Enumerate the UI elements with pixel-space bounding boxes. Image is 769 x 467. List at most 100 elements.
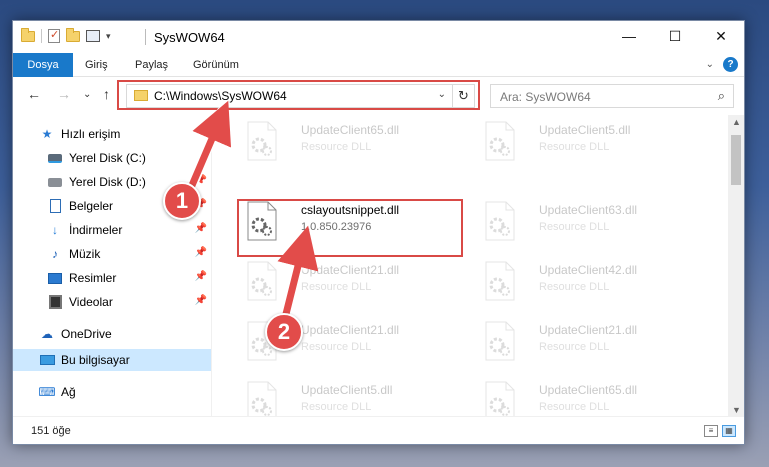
sidebar-item-label: Müzik [69,247,101,261]
step-2-badge: 2 [265,313,303,351]
quick-access-toolbar: ▾ [21,27,111,43]
file-description: Resource DLL [301,141,372,153]
search-box[interactable]: Ara: SysWOW64 ⌕ [490,84,734,108]
sidebar-item-downloads[interactable]: ↓ İndirmeler 📌 [13,219,211,241]
list-item[interactable]: UpdateClient21.dll Resource DLL [231,255,459,315]
step-1-badge: 1 [163,182,201,220]
tab-home[interactable]: Giriş [75,53,118,77]
this-pc-icon [39,353,55,367]
documents-icon [47,199,63,213]
tab-share[interactable]: Paylaş [125,53,178,77]
list-item[interactable]: UpdateClient21.dll Resource DLL [469,315,697,375]
new-folder-icon[interactable] [66,27,80,42]
videos-icon [47,295,63,309]
onedrive-icon: ☁ [41,327,53,341]
file-name: UpdateClient65.dll [301,123,400,137]
window-title-wrap: SysWOW64 [145,29,225,45]
dll-file-icon [485,201,515,241]
tiles-view-icon[interactable]: ▦ [722,425,736,437]
scroll-up-icon[interactable]: ▲ [732,117,741,127]
quick-access-caret-icon[interactable]: ▾ [106,31,111,42]
title-divider [145,29,146,45]
file-description: Resource DLL [539,141,610,153]
dll-file-icon [247,121,277,161]
list-item[interactable]: UpdateClient5.dll Resource DLL [231,375,459,417]
back-button[interactable]: ← [27,86,41,102]
sidebar-item-videos[interactable]: Videolar 📌 [13,291,211,313]
address-highlight-box [117,80,480,110]
pin-icon[interactable]: 📌 [195,295,207,306]
list-item[interactable]: UpdateClient5.dll Resource DLL [469,115,697,175]
vertical-scrollbar[interactable]: ▲ ▼ [728,115,744,417]
pin-icon[interactable]: 📌 [195,271,207,282]
file-description: Resource DLL [301,281,372,293]
up-button[interactable]: ↑ [103,86,110,102]
pane-splitter[interactable] [211,115,212,417]
pin-icon[interactable]: 📌 [195,247,207,258]
title-bar: ▾ SysWOW64 — ☐ ✕ [13,21,744,53]
sidebar-item-pictures[interactable]: Resimler 📌 [13,267,211,289]
sidebar-item-music[interactable]: ♪ Müzik 📌 [13,243,211,265]
navigation-pane: ★ Hızlı erişim Yerel Disk (C:) Yerel Dis… [13,115,211,417]
sidebar-item-label: Yerel Disk (D:) [69,175,146,189]
scroll-down-icon[interactable]: ▼ [732,405,741,415]
ribbon-tabs: Dosya Giriş Paylaş Görünüm ⌄ ? [13,53,744,77]
pin-icon[interactable]: 📌 [195,175,207,186]
help-icon[interactable]: ? [723,57,738,72]
sidebar-item-onedrive[interactable]: ☁ OneDrive [13,323,211,345]
file-name: UpdateClient21.dll [301,323,400,337]
details-view-icon[interactable]: ≡ [704,425,718,437]
file-name: UpdateClient42.dll [539,263,638,277]
pin-icon[interactable]: 📌 [195,223,207,234]
network-icon: ⌨ [38,385,56,399]
sidebar-item-network[interactable]: ⌨ Ağ [13,381,211,403]
file-list: UpdateClient65.dll Resource DLL cslayout… [213,115,729,417]
list-item[interactable]: UpdateClient42.dll Resource DLL [469,255,697,315]
forward-button[interactable]: → [57,86,71,102]
file-name: UpdateClient5.dll [539,123,631,137]
star-icon: ★ [41,127,53,141]
recent-locations-button[interactable]: ⌄ [83,89,91,100]
file-highlight-box [237,199,463,257]
search-icon[interactable]: ⌕ [718,88,725,104]
sidebar-item-this-pc[interactable]: Bu bilgisayar [13,349,211,371]
file-name: UpdateClient21.dll [301,263,400,277]
search-input[interactable]: Ara: SysWOW64 [500,90,591,104]
customize-icon[interactable] [86,30,100,42]
sidebar-item-label: Belgeler [69,199,114,213]
folder-icon[interactable] [21,27,35,42]
sidebar-item-label: Yerel Disk (C:) [69,151,146,165]
file-name: UpdateClient21.dll [539,323,638,337]
sidebar-item-label: Videolar [69,295,113,309]
drive-c-icon [47,151,63,165]
scroll-thumb[interactable] [731,135,741,185]
dll-file-icon [485,381,515,417]
pictures-icon [47,271,63,285]
properties-check-icon[interactable] [48,28,60,43]
list-item[interactable]: UpdateClient21.dll Resource DLL [231,315,459,375]
item-count: 151 öğe [31,425,71,437]
sidebar-item-label: Bu bilgisayar [61,353,130,367]
drive-icon [47,175,63,189]
toolbar-divider [41,29,42,43]
tab-view[interactable]: Görünüm [183,53,249,77]
sidebar-item-quick-access[interactable]: ★ Hızlı erişim [13,123,211,145]
sidebar-item-label: Ağ [61,385,76,399]
dll-file-icon [485,321,515,361]
minimize-button[interactable]: — [606,21,652,51]
maximize-button[interactable]: ☐ [652,21,698,51]
list-item[interactable]: UpdateClient65.dll Resource DLL [469,375,697,417]
list-item[interactable]: UpdateClient63.dll Resource DLL [469,195,697,255]
close-button[interactable]: ✕ [698,21,744,51]
file-name: UpdateClient65.dll [539,383,638,397]
file-description: Resource DLL [539,341,610,353]
dll-file-icon [247,381,277,417]
file-name: UpdateClient5.dll [301,383,393,397]
list-item[interactable]: UpdateClient65.dll Resource DLL [231,115,459,175]
expand-ribbon-icon[interactable]: ⌄ [706,59,714,70]
sidebar-item-drive-c[interactable]: Yerel Disk (C:) [13,147,211,169]
sidebar-item-label: Resimler [69,271,117,285]
tab-file[interactable]: Dosya [13,53,73,77]
file-description: Resource DLL [301,341,372,353]
file-description: Resource DLL [539,221,610,233]
